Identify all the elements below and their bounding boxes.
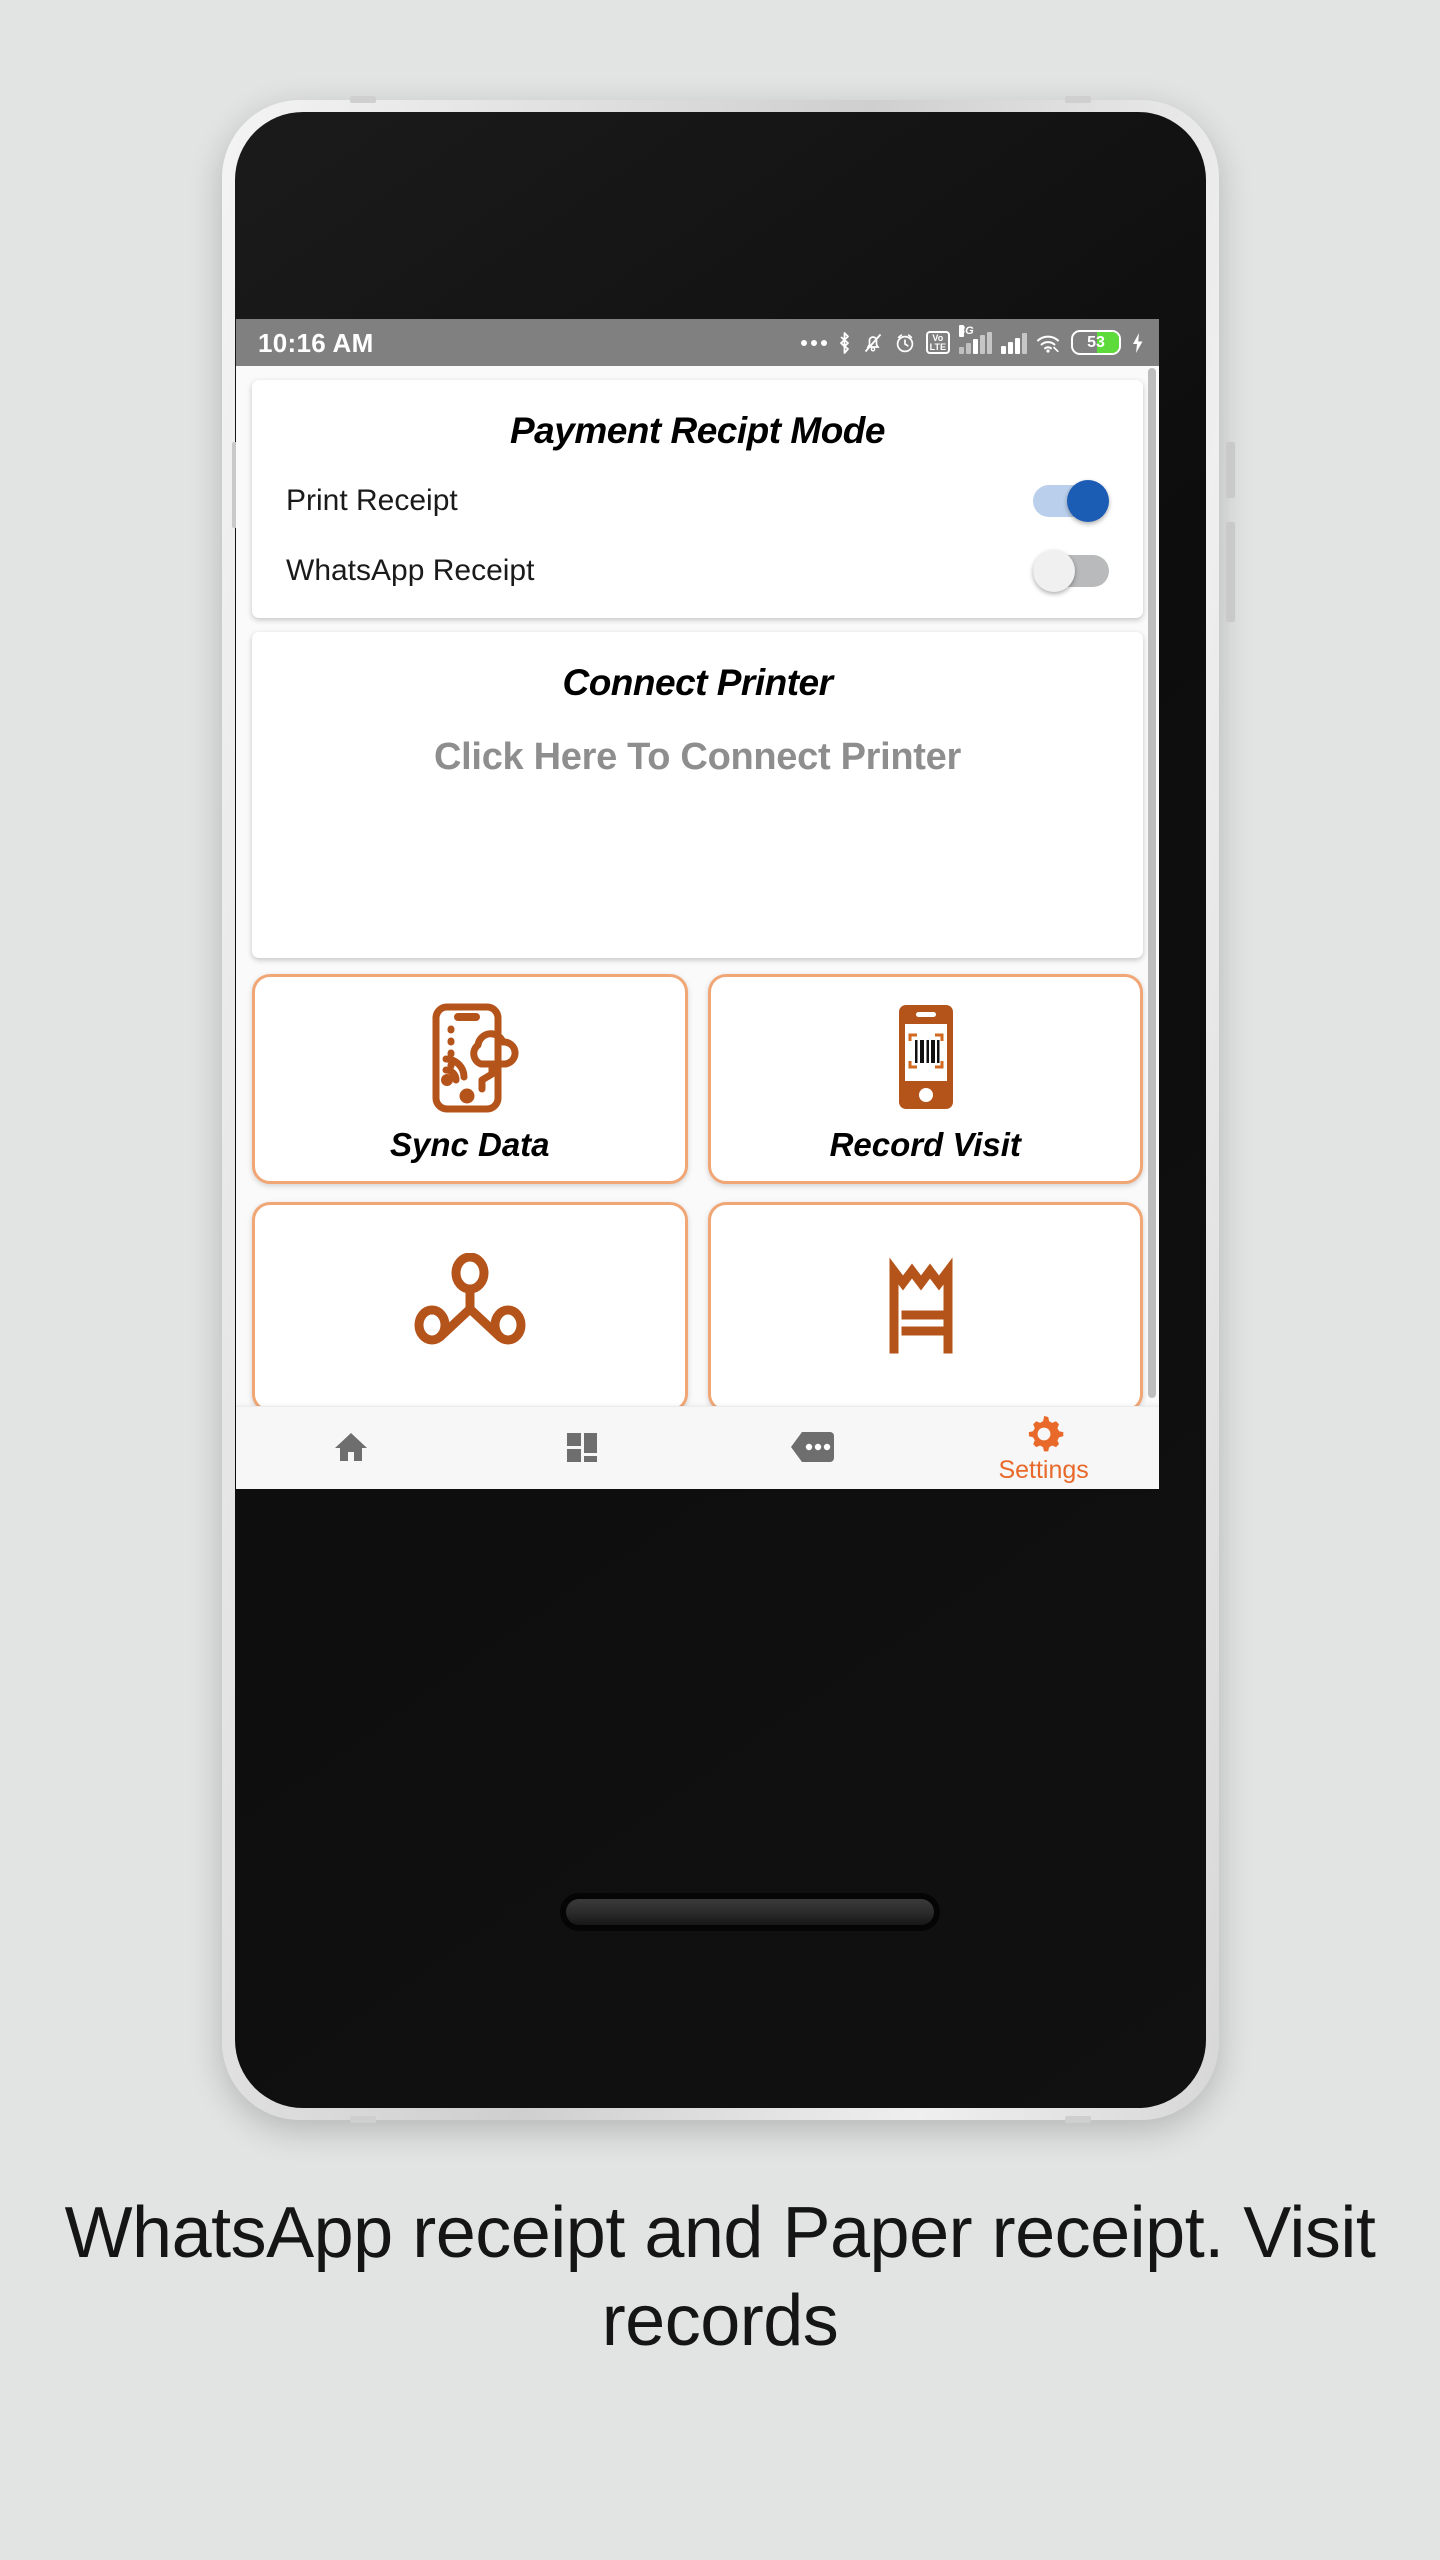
phone-screen: 10:16 AM Vo LTE 4G 53 Payment Recipt Mod… [236, 319, 1159, 1489]
wifi-icon [1037, 335, 1059, 353]
dashboard-grid-icon [567, 1432, 598, 1462]
status-icon-group: Vo LTE 4G 53 [800, 324, 1145, 355]
payment-receipt-mode-card: Payment Recipt Mode Print Receipt WhatsA… [252, 380, 1143, 618]
phone-mockup: 10:16 AM Vo LTE 4G 53 Payment Recipt Mod… [222, 96, 1235, 2123]
nav-label-settings: Settings [998, 1456, 1089, 1484]
connect-printer-subtitle[interactable]: Click Here To Connect Printer [252, 736, 1143, 779]
sync-data-tile[interactable]: Sync Data [252, 974, 688, 1184]
phone-cloud-sync-icon [414, 994, 526, 1122]
payment-receipt-mode-title: Payment Recipt Mode [510, 410, 885, 451]
toggle-thumb [1033, 550, 1075, 592]
print-receipt-label: Print Receipt [286, 484, 458, 517]
signal-4g-icon: 4G [959, 324, 992, 354]
print-receipt-row[interactable]: Print Receipt [252, 480, 1143, 522]
app-content: Payment Recipt Mode Print Receipt WhatsA… [236, 366, 1159, 1489]
whatsapp-receipt-row[interactable]: WhatsApp Receipt [252, 550, 1143, 592]
nav-item-home[interactable] [236, 1424, 467, 1473]
frame-antenna-line [1065, 96, 1091, 103]
alarm-icon [896, 333, 913, 352]
print-receipt-toggle[interactable] [1033, 480, 1109, 522]
whatsapp-receipt-label: WhatsApp Receipt [286, 554, 535, 587]
connect-printer-title: Connect Printer [562, 662, 833, 703]
action-tile-grid: Sync Data Record Visit [236, 974, 1159, 1430]
promo-caption: WhatsApp receipt and Paper receipt. Visi… [64, 2193, 1376, 2361]
bluetooth-icon [839, 331, 849, 354]
status-clock: 10:16 AM [258, 327, 374, 358]
status-bar: 10:16 AM Vo LTE 4G 53 [236, 319, 1159, 366]
record-visit-tile[interactable]: Record Visit [707, 974, 1143, 1184]
frame-antenna-line [350, 96, 376, 103]
scrollbar[interactable] [1148, 368, 1156, 1398]
receipt-bill-icon [872, 1241, 978, 1369]
bottom-navigation-bar: Settings [236, 1406, 1159, 1489]
phone-barcode-scan-icon [875, 994, 975, 1122]
phone-body: 10:16 AM Vo LTE 4G 53 Payment Recipt Mod… [232, 112, 1235, 2108]
gear-icon [1028, 1416, 1063, 1452]
network-tile[interactable] [252, 1202, 688, 1412]
record-visit-label: Record Visit [829, 1126, 1021, 1163]
bottom-speaker [566, 1899, 934, 1925]
nav-item-settings[interactable]: Settings [928, 1413, 1159, 1483]
battery-icon: 53 [1071, 330, 1121, 355]
power-button[interactable] [1226, 442, 1235, 498]
signal-icon [1001, 332, 1027, 354]
volte-icon: Vo LTE [925, 330, 950, 355]
frame-antenna-line [350, 2116, 376, 2123]
nav-item-dashboard[interactable] [467, 1425, 698, 1472]
volume-rocker-button[interactable] [1226, 522, 1235, 622]
connect-printer-card[interactable]: Connect Printer Click Here To Connect Pr… [252, 632, 1143, 958]
toggle-thumb [1067, 480, 1109, 522]
mute-bell-icon [864, 333, 881, 352]
home-icon [335, 1432, 368, 1461]
receipt-tile[interactable] [707, 1202, 1143, 1412]
nav-item-more[interactable] [698, 1427, 929, 1470]
more-dots-icon [800, 339, 827, 346]
sync-data-label: Sync Data [389, 1126, 550, 1163]
settings-scroll-area[interactable]: Payment Recipt Mode Print Receipt WhatsA… [236, 366, 1159, 1489]
network-nodes-icon [410, 1241, 530, 1369]
frame-antenna-line [1065, 2116, 1091, 2123]
whatsapp-receipt-toggle[interactable] [1033, 550, 1109, 592]
chat-dots-icon [790, 1431, 834, 1462]
charging-bolt-icon [1133, 332, 1143, 353]
